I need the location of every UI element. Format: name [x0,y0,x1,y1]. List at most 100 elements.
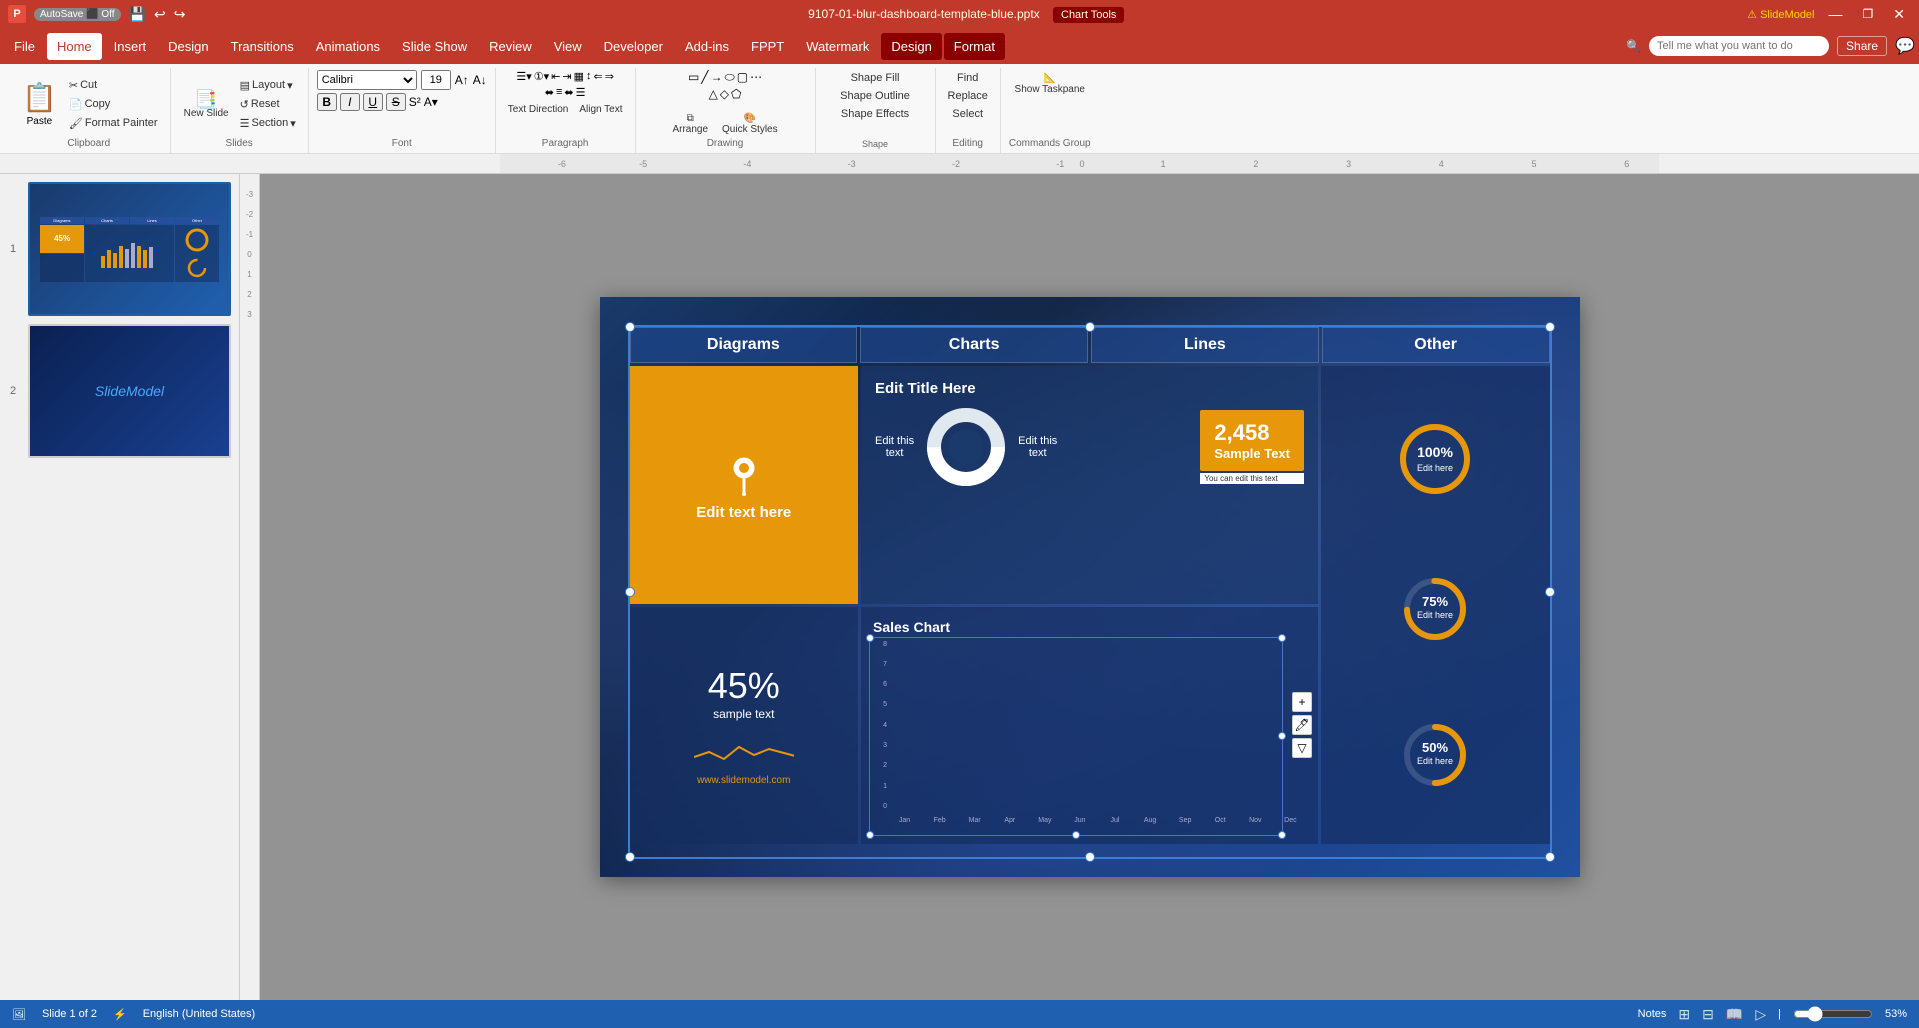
chart-handle-bc[interactable] [1072,831,1080,839]
menu-addins[interactable]: Add-ins [675,33,739,60]
notes-btn[interactable]: Notes [1638,1008,1667,1020]
restore-btn[interactable]: ❐ [1857,7,1880,21]
align-left-btn[interactable]: ⬌ [545,86,554,99]
menu-transitions[interactable]: Transitions [221,33,304,60]
italic-button[interactable]: I [340,93,360,111]
arrow-shape[interactable]: → [711,70,723,85]
shadow-button[interactable]: S² [409,95,421,109]
oval-shape[interactable]: ⬭ [725,70,735,85]
reading-view-btn[interactable]: 📖 [1726,1006,1743,1023]
indent-more-btn[interactable]: ⇥ [562,70,571,83]
slide[interactable]: Diagrams Charts Lines Other [600,297,1580,877]
menu-animations[interactable]: Animations [306,33,390,60]
layout-button[interactable]: ▤ Layout ▾ [236,77,300,94]
quick-styles-button[interactable]: 🎨 Quick Styles [717,110,783,138]
format-painter-button[interactable]: 🖌 Format Painter [65,115,162,132]
diagrams-top-cell[interactable]: Edit text here [630,366,859,604]
save-icon[interactable]: 💾 [129,6,146,23]
menu-format[interactable]: Format [944,33,1005,60]
charts-top-cell[interactable]: Edit Title Here Edit thistext Edit thist… [861,366,1318,604]
presenter-view-btn[interactable]: ▷ [1755,1006,1766,1023]
shape-outline-btn[interactable]: Shape Outline [836,88,914,104]
text-direction-btn[interactable]: Text Direction [504,102,573,117]
charts-bottom-cell[interactable]: Sales Chart [861,607,1318,845]
zoom-slider[interactable] [1793,1006,1873,1022]
menu-design2[interactable]: Design [881,33,941,60]
arrange-button[interactable]: ⧉ Arrange [667,110,713,138]
font-grow-icon[interactable]: A↑ [455,73,469,87]
menu-insert[interactable]: Insert [104,33,157,60]
chart-filter-btn[interactable]: ▽ [1292,738,1312,758]
close-btn[interactable]: ✕ [1887,6,1911,23]
bullets-btn[interactable]: ☰▾ [516,70,531,83]
shape-more[interactable]: ⋯ [750,70,762,85]
font-size-input[interactable] [421,70,451,90]
shape-fill-btn[interactable]: Shape Fill [847,70,904,86]
ltr-btn[interactable]: ⇒ [605,70,614,83]
chart-style-btn[interactable]: 🖊 [1292,715,1312,735]
select-button[interactable]: Select [948,106,987,122]
triangle-shape[interactable]: △ [709,87,718,101]
menu-fppt[interactable]: FPPT [741,33,794,60]
slide-thumb-2[interactable]: SlideModel [28,324,231,458]
share-btn[interactable]: Share [1837,36,1887,56]
strike-button[interactable]: S [386,93,406,111]
menu-home[interactable]: Home [47,33,102,60]
menu-design[interactable]: Design [158,33,218,60]
canvas-area[interactable]: Diagrams Charts Lines Other [260,174,1919,1000]
normal-view-btn[interactable]: ⊞ [1678,1006,1690,1023]
align-center-btn[interactable]: ≡ [556,86,562,99]
justify-btn[interactable]: ☰ [576,86,586,99]
menu-developer[interactable]: Developer [594,33,673,60]
align-right-btn[interactable]: ⬌ [564,86,573,99]
replace-button[interactable]: Replace [944,88,992,104]
diamond-shape[interactable]: ◇ [720,87,729,101]
font-shrink-icon[interactable]: A↓ [473,73,487,87]
spacing-btn[interactable]: ↕ [586,70,592,83]
thumb-content: 45% [40,225,219,282]
kpi-box[interactable]: 2,458 Sample Text [1200,410,1304,471]
comments-icon[interactable]: 💬 [1895,36,1915,56]
new-slide-button[interactable]: 📑 New Slide [179,87,234,122]
undo-icon[interactable]: ↩ [154,6,166,23]
align-text-btn[interactable]: Align Text [575,102,626,117]
indent-less-btn[interactable]: ⇤ [551,70,560,83]
paste-button[interactable]: 📋 Paste [16,77,63,131]
chart-handle-bl[interactable] [866,831,874,839]
numbering-btn[interactable]: ①▾ [534,70,549,83]
menu-watermark[interactable]: Watermark [796,33,879,60]
rounded-rect[interactable]: ▢ [737,70,748,85]
col-btn[interactable]: ▦ [574,70,584,83]
shape-effects-btn[interactable]: Shape Effects [837,106,913,122]
redo-icon[interactable]: ↪ [174,6,186,23]
rect-shape[interactable]: ▭ [688,70,699,85]
menu-slideshow[interactable]: Slide Show [392,33,477,60]
rtl-btn[interactable]: ⇐ [593,70,602,83]
diagrams-bottom-cell[interactable]: 45% sample text www.slidemodel.com [630,607,859,845]
minimize-btn[interactable]: — [1823,6,1849,22]
copy-button[interactable]: 📄 Copy [65,96,162,113]
section-button[interactable]: ☰ Section ▾ [236,115,300,132]
menu-file[interactable]: File [4,33,45,60]
font-color-btn[interactable]: A▾ [424,95,438,109]
chart-add-btn[interactable]: + [1292,692,1312,712]
show-taskpane-button[interactable]: 📐 Show Taskpane [1010,70,1090,98]
slide-sorter-btn[interactable]: ⊟ [1702,1006,1714,1023]
cut-button[interactable]: ✂ Cut [65,77,162,94]
menu-review[interactable]: Review [479,33,542,60]
pentagon-shape[interactable]: ⬠ [731,87,741,101]
bold-button[interactable]: B [317,93,337,111]
menu-view[interactable]: View [544,33,592,60]
line-shape[interactable]: ╱ [701,70,708,85]
menu-right: 🔍 Share 💬 [1626,36,1915,56]
chart-handle-br[interactable] [1278,831,1286,839]
font-name-select[interactable]: Calibri [317,70,417,90]
kpi-note[interactable]: You can edit this text [1200,473,1304,484]
underline-button[interactable]: U [363,93,383,111]
slide-thumb-1[interactable]: Diagrams Charts Lines Other 45% [28,182,231,316]
find-button[interactable]: Find [953,70,982,86]
tell-me-input[interactable] [1649,36,1829,56]
reset-button[interactable]: ↺ Reset [236,96,300,113]
autosave-toggle[interactable]: AutoSave ⬛ Off [34,8,121,21]
other-cell[interactable]: 100% Edit here 75% Edit here [1321,366,1550,844]
